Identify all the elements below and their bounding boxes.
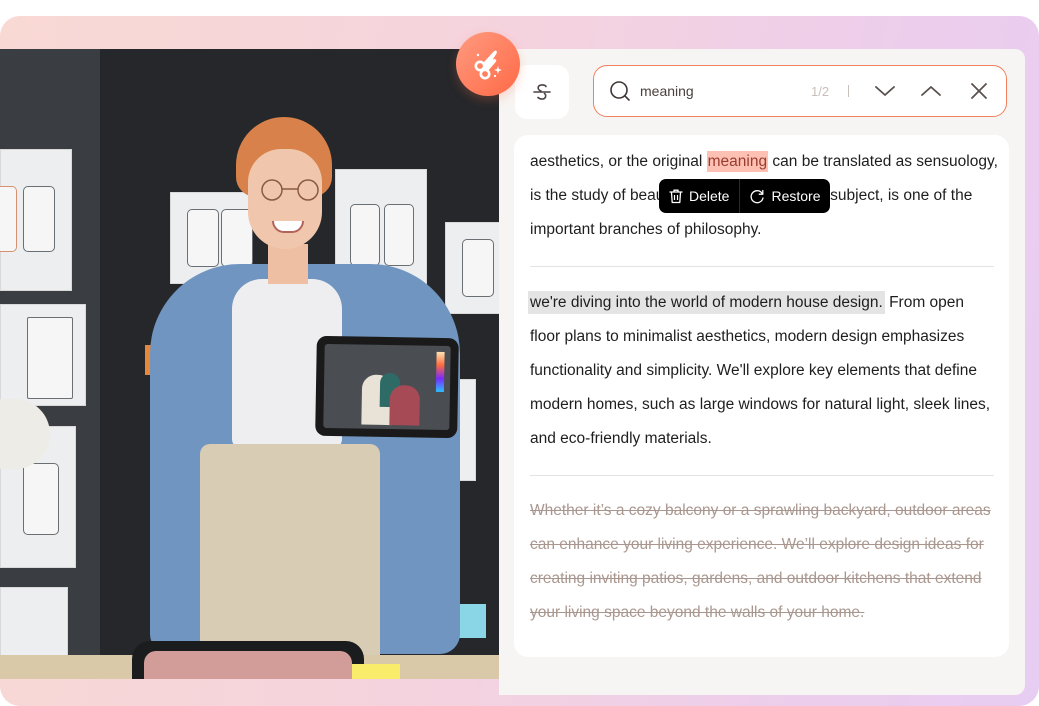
- search-icon: [608, 79, 632, 103]
- text-selection[interactable]: we're diving into the world of modern ho…: [528, 291, 885, 314]
- person-pants: [200, 444, 380, 674]
- search-highlight: meaning: [706, 151, 769, 172]
- tablet: [315, 335, 459, 439]
- paragraph-divider: [530, 266, 994, 267]
- wireframe-sheet: [445, 222, 499, 314]
- find-bar: 1/2: [593, 65, 1007, 117]
- paragraph-divider: [530, 475, 994, 476]
- paragraph[interactable]: we're diving into the world of modern ho…: [528, 286, 998, 456]
- restore-button[interactable]: Restore: [740, 179, 829, 213]
- sticky-note: [352, 664, 400, 679]
- delete-button[interactable]: Delete: [659, 179, 739, 213]
- scissors-sparkle-icon: [474, 50, 502, 80]
- wireframe-sheet: [0, 304, 86, 406]
- wireframe-sheet: [0, 149, 72, 291]
- editor-panel: 1/2 aesthetics, or the orig: [499, 49, 1025, 695]
- app-logo: [456, 32, 520, 96]
- previous-match-button[interactable]: [916, 76, 946, 106]
- divider: [848, 85, 849, 97]
- search-input[interactable]: [640, 83, 800, 99]
- chevron-down-icon: [875, 86, 895, 96]
- hero-photo: [0, 49, 499, 679]
- chevron-up-icon: [921, 86, 941, 96]
- chair: [132, 641, 364, 679]
- app-frame: 1/2 aesthetics, or the orig: [0, 16, 1039, 706]
- glasses: [261, 179, 319, 201]
- strikethrough-button[interactable]: [515, 65, 569, 119]
- close-icon: [971, 83, 987, 99]
- context-menu: Delete Restore: [659, 179, 830, 213]
- struck-paragraph[interactable]: Whether it’s a cozy balcony or a sprawli…: [530, 494, 998, 630]
- close-search-button[interactable]: [964, 76, 994, 106]
- match-count: 1/2: [811, 83, 830, 99]
- next-match-button[interactable]: [870, 76, 900, 106]
- trash-icon: [669, 189, 683, 203]
- restore-icon: [750, 189, 765, 203]
- strikethrough-icon: [533, 84, 551, 100]
- document-body[interactable]: aesthetics, or the original meaning can …: [514, 135, 1009, 657]
